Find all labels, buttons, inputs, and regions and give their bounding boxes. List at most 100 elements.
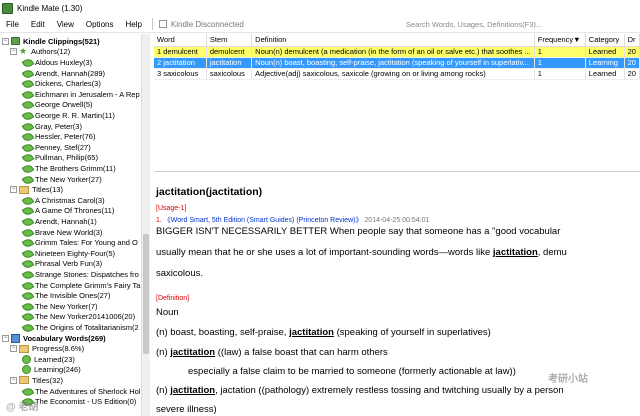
tree-scrollbar-thumb[interactable] [143, 234, 149, 354]
tree-item[interactable]: Nineteen Eighty-Four(5) [22, 248, 115, 259]
tree-item[interactable]: Gray, Peter(3) [22, 121, 82, 132]
tree-titles[interactable]: − Titles(13) [10, 184, 63, 195]
tree-item[interactable]: A Game Of Thrones(11) [22, 206, 114, 217]
word-title: jactitation(jactitation) [156, 186, 263, 198]
leaf-icon [22, 238, 32, 247]
tree-item[interactable]: The Adventures of Sherlock Hol [22, 386, 140, 397]
tree-learning[interactable]: Learning(246) [22, 365, 81, 376]
col-word[interactable]: Word [154, 34, 207, 47]
tree-item[interactable]: The Economist - US Edition(0) [22, 396, 136, 407]
leaf-icon [22, 270, 32, 279]
usage-label: [Usage-1] [156, 205, 187, 212]
tree-item[interactable]: Grimm Tales: For Young and O [22, 237, 138, 248]
tree-item[interactable]: Eichmann in Jerusalem - A Rep [22, 89, 140, 100]
collapse-icon[interactable]: − [10, 345, 17, 353]
collapse-icon[interactable]: − [10, 376, 17, 384]
collapse-icon[interactable]: − [10, 186, 17, 194]
tree-learned[interactable]: Learned(23) [22, 354, 75, 365]
app-icon [2, 2, 13, 14]
col-stem[interactable]: Stem [206, 34, 253, 47]
check-icon [22, 354, 31, 364]
collapse-icon[interactable]: − [2, 334, 9, 342]
tree-item[interactable]: The Origins of Totalitarianism(2 [22, 322, 139, 333]
leaf-icon [22, 175, 32, 184]
usage-text-line-3: saxicolous. [156, 268, 203, 279]
menu-edit[interactable]: Edit [25, 20, 51, 29]
tree-progress[interactable]: − Progress(8.6%) [10, 343, 84, 354]
col-frequency[interactable]: Frequency▼ [534, 34, 586, 47]
definition-label: [Definition] [156, 295, 190, 302]
vocab-table[interactable]: Word Stem Definition Frequency▼ Category… [154, 34, 640, 172]
leaf-icon [22, 387, 32, 396]
tree-item[interactable]: Strange Stones: Dispatches fro [22, 269, 139, 280]
kindle-status-checkbox[interactable] [158, 20, 167, 28]
leaf-icon [22, 196, 32, 205]
leaf-icon [22, 323, 32, 332]
tree-item[interactable]: Hessler, Peter(76) [22, 131, 95, 142]
title-bar: Kindle Mate (1.30) [0, 0, 640, 16]
kindle-status[interactable]: Kindle Disconnected [158, 19, 244, 29]
star-icon: ★ [19, 46, 28, 57]
tree-root[interactable]: − Kindle Clippings(521) [2, 36, 100, 47]
tree-item[interactable]: The Brothers Grimm(11) [22, 163, 116, 174]
watermark-right: 考研小站 [548, 374, 588, 385]
tree-item[interactable]: Brave New World(3) [22, 227, 102, 238]
tree-scrollbar[interactable] [141, 34, 150, 416]
tree-item[interactable]: Arendt, Hannah(1) [22, 216, 97, 227]
col-definition[interactable]: Definition [251, 34, 535, 47]
tree-vocab-root[interactable]: − Vocabulary Words(269) [2, 333, 106, 344]
leaf-icon [22, 164, 32, 173]
tree-item[interactable]: The New Yorker20141006(20) [22, 312, 135, 323]
folder-icon [19, 185, 29, 194]
leaf-icon [22, 111, 32, 120]
usage-text-line-1: BIGGER ISN'T NECESSARILY BETTER When peo… [156, 226, 561, 237]
menu-view[interactable]: View [51, 20, 80, 29]
definition-line-2b: especially a false claim to be married t… [188, 366, 516, 377]
definition-line-2: (n) jactitation ((law) a false boast tha… [156, 347, 388, 358]
leaf-icon [22, 302, 32, 311]
usage-source[interactable]: 1. 《Word Smart, 5th Edition (Smart Guide… [156, 215, 429, 225]
table-row[interactable]: 1 demulcent demulcent Noun(n) demulcent … [154, 46, 640, 58]
menu-separator [151, 18, 153, 30]
tree-vocab-titles[interactable]: − Titles(32) [10, 375, 63, 386]
tree-item[interactable]: George Orwell(5) [22, 100, 93, 111]
menu-help[interactable]: Help [119, 20, 147, 29]
tree-item[interactable]: The Invisible Ones(27) [22, 290, 110, 301]
leaf-icon [22, 58, 32, 67]
tree-item[interactable]: Pullman, Philip(65) [22, 153, 98, 164]
kindle-status-label: Kindle Disconnected [170, 19, 244, 29]
leaf-icon [22, 259, 32, 268]
definition-line-3: (n) jactitation, jactation ((pathology) … [156, 385, 564, 396]
tree-authors[interactable]: − ★ Authors(12) [10, 47, 70, 58]
col-date[interactable]: Dr [624, 34, 640, 47]
tree-item[interactable]: The New Yorker(7) [22, 301, 98, 312]
table-row[interactable]: 3 saxicolous saxicolous Adjective(adj) s… [154, 68, 640, 80]
tree-item[interactable]: Aldous Huxley(3) [22, 57, 92, 68]
menu-file[interactable]: File [0, 20, 25, 29]
check-icon [22, 365, 31, 375]
folder-icon [19, 344, 29, 353]
collapse-icon[interactable]: − [10, 48, 17, 56]
leaf-icon [22, 291, 32, 300]
leaf-icon [22, 122, 32, 131]
tree-item[interactable]: The New Yorker(27) [22, 174, 102, 185]
tree-item[interactable]: Phrasal Verb Fun(3) [22, 259, 102, 270]
collapse-icon[interactable]: − [2, 37, 9, 45]
leaf-icon [22, 90, 32, 99]
menu-options[interactable]: Options [80, 20, 120, 29]
tree-item[interactable]: A Christmas Carol(3) [22, 195, 105, 206]
clippings-tree[interactable]: − Kindle Clippings(521) − ★ Authors(12) Ald… [0, 34, 150, 416]
table-row-selected[interactable]: 2 jactitation jactitation Noun(n) boast,… [154, 57, 640, 69]
books-icon [11, 37, 20, 46]
tree-item[interactable]: Penney, Stef(27) [22, 142, 91, 153]
col-category[interactable]: Category [585, 34, 625, 47]
table-header: Word Stem Definition Frequency▼ Category… [154, 34, 640, 47]
usage-text-line-2: usually mean that he or she uses a lot o… [156, 247, 567, 258]
tree-item[interactable]: George R. R. Martin(11) [22, 110, 115, 121]
search-input[interactable]: Search Words, Usages, Definitions(F3)... [404, 18, 634, 31]
leaf-icon [22, 69, 32, 78]
tree-item[interactable]: Arendt, Hannah(289) [22, 68, 105, 79]
menu-bar: File Edit View Options Help Kindle Disco… [0, 16, 640, 33]
tree-item[interactable]: Dickens, Charles(3) [22, 78, 101, 89]
tree-item[interactable]: The Complete Grimm's Fairy Ta [22, 280, 140, 291]
